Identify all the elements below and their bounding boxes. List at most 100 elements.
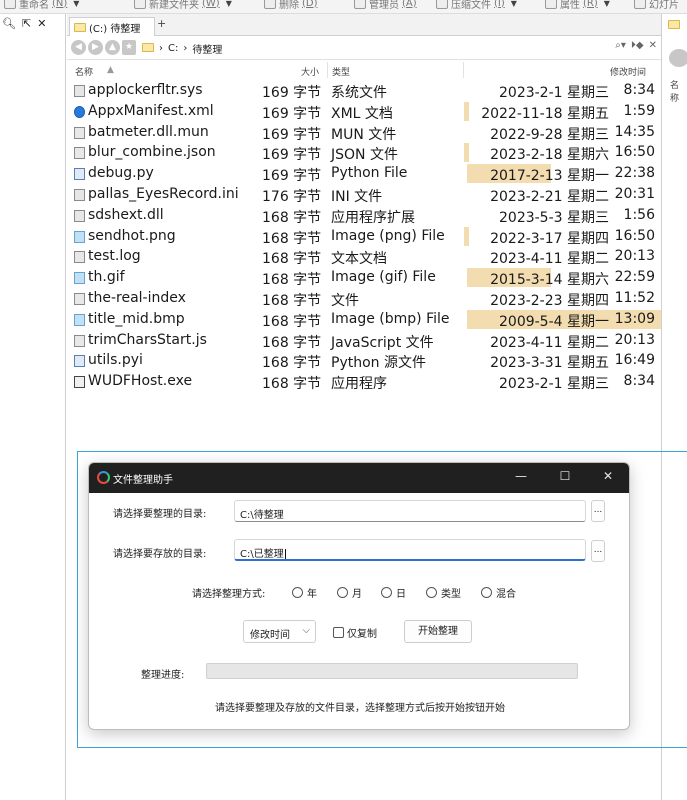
file-date: 2023-2-23 星期四: [490, 292, 609, 309]
file-type: Image (bmp) File: [331, 310, 450, 327]
source-browse-button[interactable]: ...: [591, 500, 605, 522]
close-icon[interactable]: ✕: [649, 40, 657, 51]
mode-type-radio[interactable]: 类型: [426, 585, 461, 600]
mode-month-radio[interactable]: 月: [337, 585, 362, 600]
radio-circle: [292, 587, 303, 598]
file-row[interactable]: debug.py 169 字节 Python File 2017-2-13 星期一 22…: [67, 163, 661, 184]
edge-icon: [74, 105, 85, 118]
dialog-titlebar: 文件整理助手 — ☐ ✕: [89, 463, 629, 493]
file-name: sdshext.dll: [88, 206, 164, 223]
file-date: 2023-3-31 星期五: [490, 355, 609, 372]
file-time: 20:13: [614, 248, 655, 265]
target-browse-button[interactable]: ...: [591, 540, 605, 562]
file-row[interactable]: AppxManifest.xml 169 字节 XML 文档 2022-11-18 星…: [67, 101, 661, 122]
close-button[interactable]: ✕: [599, 469, 617, 485]
file-size: 168 字节: [262, 230, 322, 247]
file-time: 8:34: [623, 82, 655, 98]
close-icon[interactable]: ✕: [37, 17, 46, 30]
breadcrumb-folder[interactable]: 待整理: [192, 41, 222, 56]
file-size: 168 字节: [262, 209, 322, 226]
toolbar-admin[interactable]: 管理员 (A): [354, 0, 417, 11]
file-time: 8:34: [623, 373, 655, 390]
json-file-icon: [74, 147, 85, 160]
rename-icon: [4, 0, 16, 9]
toolbar-properties[interactable]: 属性 (R) ▼: [545, 0, 610, 11]
mode-label: 请选择整理方式:: [192, 589, 266, 600]
search-icon[interactable]: 🔍︎: [2, 17, 16, 30]
file-row[interactable]: th.gif 168 字节 Image (gif) File 2015-3-14 星期…: [67, 267, 661, 288]
left-pane: 🔍︎ ⇱ ✕: [0, 14, 66, 800]
file-time: 16:50: [614, 227, 655, 244]
file-name: blur_combine.json: [88, 144, 216, 161]
file-row[interactable]: applockerfltr.sys 169 字节 系统文件 2023-2-1 星期三 8…: [67, 80, 661, 101]
column-type[interactable]: 类型: [332, 65, 350, 78]
tab-current[interactable]: (C:) 待整理: [69, 17, 155, 36]
mode-mixed-radio[interactable]: 混合: [481, 585, 516, 600]
file-row[interactable]: batmeter.dll.mun 169 字节 MUN 文件 2022-9-28 星期…: [67, 122, 661, 143]
file-size: 169 字节: [262, 105, 322, 122]
minimize-button[interactable]: —: [512, 469, 530, 485]
search-icon[interactable]: ⌕▾: [615, 40, 626, 51]
back-button[interactable]: [669, 49, 687, 67]
start-button[interactable]: 开始整理: [404, 620, 472, 643]
file-row[interactable]: sendhot.png 168 字节 Image (png) File 2022-3-…: [67, 226, 661, 247]
file-row[interactable]: pallas_EyesRecord.ini 176 字节 INI 文件 2023-2-…: [67, 184, 661, 205]
time-field-select[interactable]: 修改时间 ⌵: [243, 620, 316, 643]
file-row[interactable]: title_mid.bmp 168 字节 Image (bmp) File 2009-…: [67, 309, 661, 330]
mode-year-radio[interactable]: 年: [292, 585, 317, 600]
radio-circle: [426, 587, 437, 598]
chevron-down-icon[interactable]: ▼: [511, 0, 517, 8]
file-row[interactable]: WUDFHost.exe 168 字节 应用程序 2023-2-1 星期三 8:34: [67, 371, 661, 392]
radio-circle: [337, 587, 348, 598]
popout-icon[interactable]: ⇱: [22, 17, 31, 30]
file-rows: applockerfltr.sys 169 字节 系统文件 2023-2-1 星期三 8…: [67, 80, 661, 392]
file-type: MUN 文件: [331, 126, 397, 143]
file-size: 168 字节: [262, 313, 322, 330]
file-row[interactable]: the-real-index 168 字节 文件 2023-2-23 星期四 11:52: [67, 288, 661, 309]
chevron-down-icon[interactable]: ▼: [226, 0, 232, 8]
radio-circle: [381, 587, 392, 598]
file-row[interactable]: test.log 168 字节 文本文档 2023-4-11 星期二 20:13: [67, 246, 661, 267]
breadcrumb-drive[interactable]: C:: [168, 43, 178, 54]
toolbar-delete[interactable]: 删除 (D): [264, 0, 318, 11]
back-button[interactable]: ◀: [71, 40, 86, 55]
toolbar-compress[interactable]: 压缩文件 (I) ▼: [436, 0, 517, 11]
column-header: 名称 ▲ 大小 类型 修改时间: [67, 62, 661, 78]
toolbar-rename[interactable]: 重命名 (N) ▼: [4, 0, 79, 11]
column-size[interactable]: 大小: [301, 65, 319, 78]
file-icon: [74, 292, 85, 305]
toolbar-new-folder[interactable]: 新建文件夹 (W) ▼: [134, 0, 232, 11]
file-date: 2023-2-18 星期六: [490, 147, 609, 164]
favorites-icon[interactable]: ★: [122, 40, 136, 55]
image-file-icon: [74, 230, 85, 243]
column-name[interactable]: 名称: [75, 65, 93, 78]
copy-only-checkbox[interactable]: 仅复制: [333, 625, 377, 640]
target-dir-input[interactable]: C:\已整理: [234, 539, 586, 561]
file-date: 2023-4-11 星期二: [490, 334, 609, 351]
forward-button[interactable]: ▶: [88, 40, 103, 55]
mode-day-radio[interactable]: 日: [381, 585, 406, 600]
toolbar-slideshow[interactable]: 幻灯片: [634, 0, 679, 11]
file-row[interactable]: sdshext.dll 168 字节 应用程序扩展 2023-5-3 星期三 1:56: [67, 205, 661, 226]
breadcrumb: › C: › 待整理: [159, 41, 223, 56]
file-type: XML 文档: [331, 105, 393, 122]
file-row[interactable]: trimCharsStart.js 168 字节 JavaScript 文件 2023…: [67, 330, 661, 351]
file-type: 文件: [331, 292, 359, 309]
up-button[interactable]: ▲: [105, 40, 120, 55]
view-toggle-icon[interactable]: ⏵◆: [631, 40, 644, 51]
file-size: 168 字节: [262, 272, 322, 289]
chevron-down-icon[interactable]: ▼: [73, 0, 79, 8]
file-size: 168 字节: [262, 376, 322, 393]
file-size: 169 字节: [262, 168, 322, 185]
new-tab-button[interactable]: +: [157, 17, 166, 30]
column-modified[interactable]: 修改时间: [610, 65, 646, 78]
file-row[interactable]: blur_combine.json 169 字节 JSON 文件 2023-2-18 …: [67, 142, 661, 163]
file-name: test.log: [88, 248, 141, 265]
delete-icon: [264, 0, 276, 9]
maximize-button[interactable]: ☐: [556, 469, 574, 485]
chevron-down-icon[interactable]: ▼: [604, 0, 610, 8]
file-row[interactable]: utils.pyi 168 字节 Python 源文件 2023-3-31 星期五 16…: [67, 350, 661, 371]
source-dir-input[interactable]: C:\待整理: [234, 500, 586, 522]
file-date: 2023-2-1 星期三: [499, 85, 609, 101]
python-file-icon: [74, 355, 85, 368]
